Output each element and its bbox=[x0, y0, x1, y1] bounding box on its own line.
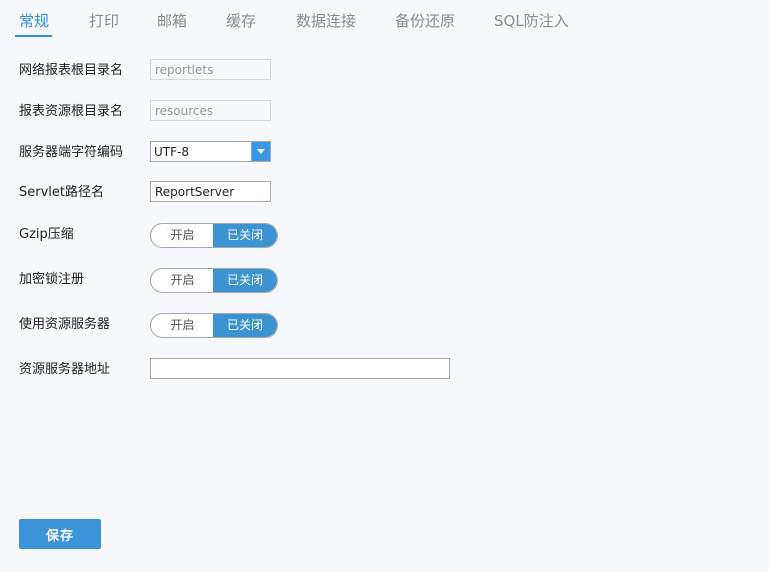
resource-server-on-option[interactable]: 开启 bbox=[151, 314, 214, 337]
gzip-row: Gzip压缩 开启 已关闭 bbox=[19, 223, 759, 248]
gzip-toggle[interactable]: 开启 已关闭 bbox=[150, 223, 278, 248]
tab-general[interactable]: 常规 bbox=[19, 10, 49, 32]
tab-email[interactable]: 邮箱 bbox=[157, 10, 187, 32]
resource-server-row: 使用资源服务器 开启 已关闭 bbox=[19, 313, 759, 338]
gzip-on-option[interactable]: 开启 bbox=[151, 224, 214, 247]
save-button[interactable]: 保存 bbox=[19, 519, 101, 549]
tab-sql-injection[interactable]: SQL防注入 bbox=[494, 10, 569, 32]
resource-root-input[interactable] bbox=[150, 100, 271, 121]
gzip-label: Gzip压缩 bbox=[19, 227, 74, 242]
tab-cache[interactable]: 缓存 bbox=[226, 10, 256, 32]
dongle-on-option[interactable]: 开启 bbox=[151, 269, 214, 292]
encoding-select[interactable]: UTF-8 bbox=[150, 141, 271, 162]
dongle-off-option[interactable]: 已关闭 bbox=[213, 269, 277, 292]
tab-data-connection[interactable]: 数据连接 bbox=[296, 10, 356, 32]
encoding-label: 服务器端字符编码 bbox=[19, 145, 124, 160]
servlet-path-row: Servlet路径名 bbox=[19, 181, 759, 205]
servlet-path-label: Servlet路径名 bbox=[19, 185, 104, 200]
resource-server-off-option[interactable]: 已关闭 bbox=[213, 314, 277, 337]
encoding-row: 服务器端字符编码 UTF-8 bbox=[19, 141, 759, 165]
resource-server-addr-label: 资源服务器地址 bbox=[19, 362, 111, 377]
gzip-off-option[interactable]: 已关闭 bbox=[213, 224, 277, 247]
tab-print[interactable]: 打印 bbox=[89, 10, 119, 32]
servlet-path-input[interactable] bbox=[150, 181, 271, 202]
dongle-row: 加密锁注册 开启 已关闭 bbox=[19, 268, 759, 293]
chevron-down-icon[interactable] bbox=[251, 142, 270, 161]
resource-server-addr-input[interactable] bbox=[150, 358, 450, 379]
resource-server-addr-row: 资源服务器地址 bbox=[19, 358, 759, 382]
active-tab-indicator bbox=[15, 35, 52, 37]
resource-server-label: 使用资源服务器 bbox=[19, 317, 111, 332]
report-root-label: 网络报表根目录名 bbox=[19, 63, 124, 78]
resource-root-row: 报表资源根目录名 bbox=[19, 100, 759, 124]
tab-backup-restore[interactable]: 备份还原 bbox=[395, 10, 455, 32]
resource-server-toggle[interactable]: 开启 已关闭 bbox=[150, 313, 278, 338]
settings-tabs: 常规 打印 邮箱 缓存 数据连接 备份还原 SQL防注入 bbox=[0, 0, 769, 40]
dongle-label: 加密锁注册 bbox=[19, 272, 85, 287]
report-root-input[interactable] bbox=[150, 59, 271, 80]
resource-root-label: 报表资源根目录名 bbox=[19, 104, 124, 119]
dongle-toggle[interactable]: 开启 已关闭 bbox=[150, 268, 278, 293]
encoding-value: UTF-8 bbox=[154, 145, 189, 159]
report-root-row: 网络报表根目录名 bbox=[19, 59, 759, 83]
